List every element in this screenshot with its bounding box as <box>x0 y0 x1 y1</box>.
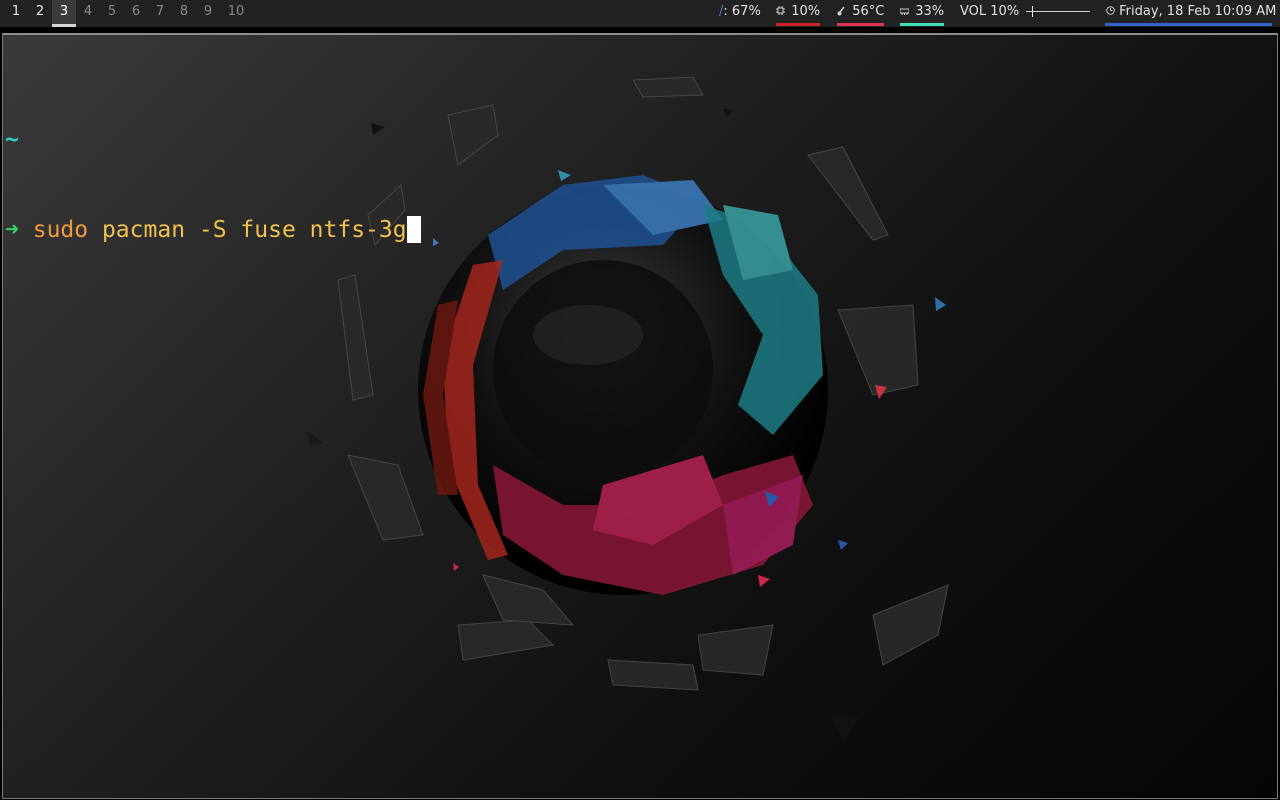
volume-slider-track <box>1026 11 1091 12</box>
workspace-5[interactable]: 5 <box>100 0 124 27</box>
command-sudo: sudo <box>32 217 89 243</box>
prompt-arrow: ➜ <box>5 217 19 243</box>
cpu-usage-text: 10% <box>791 4 821 19</box>
workspace-1[interactable]: 1 <box>4 0 28 27</box>
disk-usage-text: : 67% <box>723 4 761 19</box>
text-cursor <box>406 216 421 243</box>
workspace-7[interactable]: 7 <box>148 0 172 27</box>
command-line[interactable]: ➜ sudo pacman -S fuse ntfs-3g <box>5 215 421 245</box>
workspace-6[interactable]: 6 <box>124 0 148 27</box>
thermometer-icon <box>837 6 849 18</box>
workspace-2[interactable]: 2 <box>28 0 52 27</box>
cpu-module: 10% <box>776 0 820 27</box>
clock-underline <box>1105 23 1272 26</box>
memory-underline <box>900 23 944 26</box>
volume-module[interactable]: VOL 10% <box>960 0 1091 27</box>
workspace-10[interactable]: 10 <box>220 0 252 27</box>
terminal-output[interactable]: ~ ➜ sudo pacman -S fuse ntfs-3g <box>5 65 421 305</box>
prompt-cwd-line: ~ <box>5 125 421 155</box>
memory-icon <box>899 7 912 18</box>
top-status-bar: 1 2 3 4 5 6 7 8 9 10 /: 67% 10% 56°C 33%… <box>0 0 1280 27</box>
temperature-underline <box>837 23 884 26</box>
temperature-text: 56°C <box>852 4 885 19</box>
volume-slider-knob[interactable] <box>1032 6 1034 17</box>
temperature-module: 56°C <box>837 0 884 27</box>
terminal-window[interactable]: ~ ➜ sudo pacman -S fuse ntfs-3g <box>2 33 1278 799</box>
workspace-switcher: 1 2 3 4 5 6 7 8 9 10 <box>4 0 252 27</box>
clock-text: Friday, 18 Feb 10:09 AM <box>1119 4 1277 19</box>
workspace-9[interactable]: 9 <box>196 0 220 27</box>
workspace-4[interactable]: 4 <box>76 0 100 27</box>
workspace-8[interactable]: 8 <box>172 0 196 27</box>
clock-module[interactable]: Friday, 18 Feb 10:09 AM <box>1105 0 1276 27</box>
volume-text: VOL 10% <box>960 4 1020 19</box>
disk-usage-module: /: 67% <box>719 0 761 27</box>
prompt-cwd: ~ <box>5 127 19 153</box>
volume-slider[interactable] <box>1026 5 1091 17</box>
cpu-icon <box>776 6 788 18</box>
memory-module: 33% <box>899 0 945 27</box>
memory-usage-text: 33% <box>915 4 945 19</box>
workspace-3[interactable]: 3 <box>52 0 76 27</box>
cpu-underline <box>776 23 820 26</box>
clock-icon <box>1105 4 1119 19</box>
command-arguments: pacman -S fuse ntfs-3g <box>88 217 407 243</box>
